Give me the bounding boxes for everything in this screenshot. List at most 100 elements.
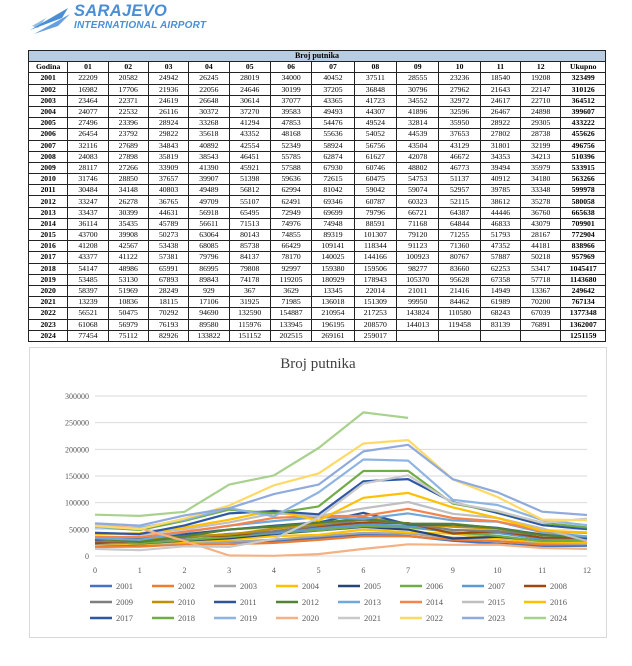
month-cell: 51793: [479, 228, 522, 242]
column-header: 11: [479, 61, 522, 74]
month-cell: 51137: [438, 173, 481, 186]
legend-label: 2017: [116, 613, 133, 623]
legend-label: 2011: [240, 597, 257, 607]
month-cell: 24619: [147, 94, 190, 107]
logo-subtitle: INTERNATIONAL AIRPORT: [74, 20, 207, 31]
month-cell: 28117: [67, 161, 109, 175]
month-cell: 17706: [107, 83, 149, 96]
month-cell: 57718: [520, 273, 562, 286]
month-cell: 21936: [147, 83, 190, 96]
month-cell: 53417: [520, 262, 562, 275]
column-header: 12: [520, 61, 562, 74]
month-cell: 37205: [311, 83, 355, 96]
month-cell: 34180: [520, 173, 562, 186]
y-tick-label: 300000: [65, 392, 89, 401]
month-cell: 53438: [147, 240, 190, 253]
month-cell: 49489: [188, 184, 230, 197]
month-cell: 51398: [228, 173, 271, 186]
month-cell: 22371: [107, 94, 149, 107]
x-tick-label: 2: [182, 566, 186, 575]
column-header: Godina: [27, 61, 69, 74]
month-cell: 89580: [188, 318, 230, 331]
month-cell: 49493: [311, 105, 355, 119]
month-cell: 40912: [479, 173, 522, 186]
month-cell: 61068: [67, 318, 109, 331]
month-cell: 52957: [438, 184, 481, 197]
month-cell: 217253: [353, 307, 398, 320]
month-cell: 34000: [269, 72, 313, 85]
month-cell: 60475: [353, 173, 398, 186]
x-tick-label: 5: [317, 566, 321, 575]
year-cell: 2020: [27, 284, 69, 298]
month-cell: 57588: [269, 161, 313, 175]
month-cell: 144013: [396, 318, 440, 331]
month-cell: 21643: [479, 83, 522, 96]
month-cell: 32116: [67, 139, 109, 152]
year-cell: 2013: [27, 206, 69, 219]
table-row: 2023 61068 56979 76193 89580 115976 133945 1961…: [27, 318, 606, 331]
month-cell: 133822: [188, 329, 230, 342]
month-cell: 30372: [188, 105, 230, 119]
month-cell: 83660: [438, 262, 481, 275]
table-row: 2024 77454 75112 82926 133822 151152 202515 269…: [27, 329, 606, 342]
month-cell: 26454: [67, 128, 109, 141]
year-cell: 2012: [27, 195, 69, 208]
total-cell: 1045417: [560, 262, 606, 275]
y-tick-label: 250000: [65, 419, 89, 428]
month-cell: 32199: [520, 139, 562, 152]
month-cell: 13345: [311, 284, 355, 298]
column-header: 10: [438, 61, 481, 74]
month-cell: 62994: [269, 184, 313, 197]
month-cell: 46773: [438, 161, 481, 175]
table-row: 2020 58397 51969 28249 929 367 3629 13345 22014 2…: [27, 284, 606, 298]
year-cell: 2022: [27, 307, 69, 320]
month-cell: 151309: [353, 296, 398, 309]
y-tick-label: 50000: [69, 525, 89, 534]
table-title: Broj putnika: [28, 49, 606, 63]
month-cell: 34213: [520, 150, 562, 163]
table-row: 2004 24077 22532 26116 30372 37270 39583 49493 4…: [27, 105, 606, 119]
month-cell: 56979: [107, 318, 149, 331]
month-cell: 79120: [396, 228, 440, 242]
month-cell: 71513: [228, 217, 271, 231]
year-cell: 2024: [27, 329, 69, 342]
year-cell: 2003: [27, 94, 69, 107]
year-cell: 2021: [27, 296, 69, 309]
month-cell: 28249: [147, 284, 190, 298]
airplane-icon: [30, 8, 70, 34]
month-cell: 31746: [67, 173, 109, 186]
total-cell: 772904: [560, 228, 606, 242]
month-cell: 59636: [269, 173, 313, 186]
month-cell: 41122: [107, 251, 149, 264]
month-cell: 27802: [479, 128, 522, 141]
y-tick-label: 0: [85, 552, 89, 561]
month-cell: 43129: [438, 139, 481, 152]
total-cell: 599978: [560, 184, 606, 197]
month-cell: 67039: [520, 307, 562, 320]
month-cell: 159380: [311, 262, 355, 275]
legend-label: 2010: [178, 597, 195, 607]
month-cell: 61627: [353, 150, 398, 163]
month-cell: 60323: [396, 195, 440, 208]
table-row: 2003 23464 22371 24619 26648 30614 37077 43365 4…: [27, 94, 606, 107]
column-header: Ukupno: [560, 61, 606, 74]
year-cell: 2001: [27, 72, 69, 85]
month-cell: 43079: [520, 217, 562, 231]
month-cell: 89319: [311, 228, 355, 242]
month-cell: 22209: [67, 72, 109, 85]
month-cell: 56521: [67, 307, 109, 320]
legend-label: 2016: [550, 597, 567, 607]
month-cell: 38612: [479, 195, 522, 208]
month-cell: [438, 329, 481, 342]
x-tick-label: 12: [583, 566, 591, 575]
total-cell: 1143680: [560, 273, 606, 286]
month-cell: 54052: [353, 128, 398, 141]
month-cell: 35278: [520, 195, 562, 208]
month-cell: 269161: [311, 329, 355, 342]
month-cell: 44307: [353, 105, 398, 119]
month-cell: 29305: [520, 117, 562, 130]
month-cell: 80767: [438, 251, 481, 264]
month-cell: 143824: [396, 307, 440, 320]
month-cell: 56756: [353, 139, 398, 152]
month-cell: 64387: [438, 206, 481, 219]
